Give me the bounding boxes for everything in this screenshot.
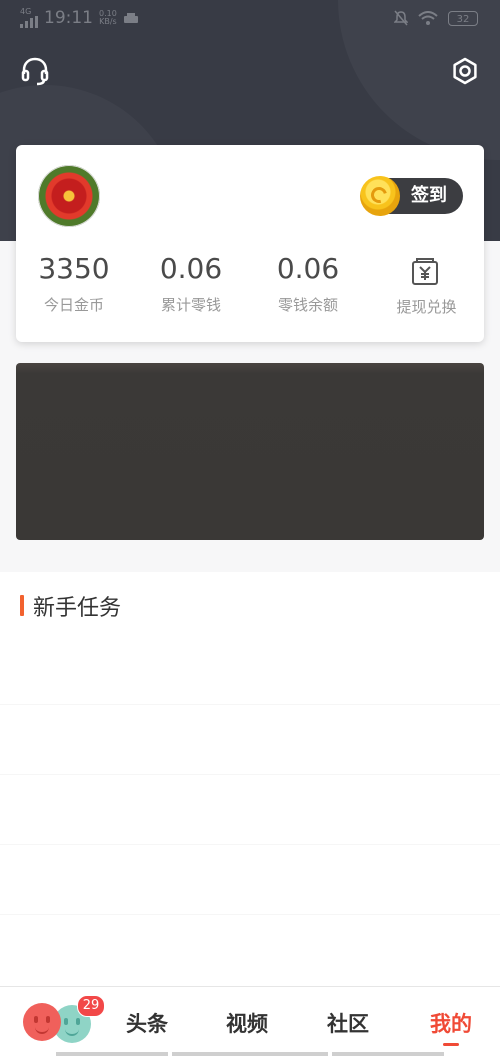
mute-icon bbox=[394, 10, 408, 26]
divider bbox=[0, 844, 500, 845]
tab-mine[interactable]: 我的 bbox=[430, 1008, 472, 1038]
stat-value: 0.06 bbox=[159, 252, 223, 285]
stat-today-coins[interactable]: 3350 今日金币 bbox=[18, 253, 130, 315]
stat-value: 0.06 bbox=[276, 252, 340, 285]
section-accent-bar bbox=[20, 595, 24, 616]
stat-change-balance[interactable]: 0.06 零钱余额 bbox=[252, 253, 364, 315]
notification-badge: 29 bbox=[77, 995, 105, 1017]
profile-card: 签到 3350 今日金币 0.06 累计零钱 0.06 零钱余额 提现兑换 bbox=[16, 145, 484, 342]
stat-label: 今日金币 bbox=[43, 296, 104, 314]
headset-icon[interactable] bbox=[17, 53, 53, 89]
nav-indicator bbox=[56, 1052, 168, 1056]
network-speed: 0.10 KB/s bbox=[99, 9, 117, 26]
newbie-tasks-section: 新手任务 bbox=[0, 572, 500, 986]
exchange-button[interactable]: 提现兑换 bbox=[374, 296, 479, 317]
checkin-label: 签到 bbox=[411, 185, 447, 206]
usb-icon bbox=[123, 13, 138, 23]
settings-icon[interactable] bbox=[447, 53, 483, 89]
active-tab-indicator bbox=[443, 1043, 459, 1046]
tab-video[interactable]: 视频 bbox=[226, 1008, 268, 1038]
nav-indicator bbox=[172, 1052, 328, 1056]
tab-community[interactable]: 社区 bbox=[327, 1008, 369, 1038]
divider bbox=[0, 774, 500, 775]
banner[interactable] bbox=[16, 363, 484, 540]
section-title: 新手任务 bbox=[33, 596, 122, 621]
stat-value: 3350 bbox=[38, 252, 110, 285]
avatar[interactable] bbox=[38, 165, 100, 227]
network-type: 4G bbox=[20, 7, 32, 16]
wifi-icon bbox=[418, 10, 438, 25]
stat-label: 累计零钱 bbox=[160, 296, 221, 314]
tab-headlines[interactable]: 头条 bbox=[126, 1008, 168, 1038]
checkin-button[interactable]: 签到 bbox=[360, 176, 463, 216]
nav-indicator bbox=[332, 1052, 444, 1056]
status-time: 19:11 bbox=[44, 8, 93, 28]
status-bar: 4G 19:11 0.10 KB/s 32 bbox=[0, 0, 500, 38]
signal-icon bbox=[20, 16, 38, 28]
divider bbox=[0, 914, 500, 915]
coin-icon bbox=[360, 176, 400, 216]
battery-indicator: 32 bbox=[448, 10, 478, 26]
bottom-tab-bar: 29 头条 视频 社区 我的 bbox=[0, 986, 500, 1058]
stat-total-change[interactable]: 0.06 累计零钱 bbox=[135, 253, 247, 315]
wallet-yen-icon[interactable] bbox=[410, 257, 440, 291]
stat-label: 零钱余额 bbox=[277, 296, 338, 314]
divider bbox=[0, 704, 500, 705]
